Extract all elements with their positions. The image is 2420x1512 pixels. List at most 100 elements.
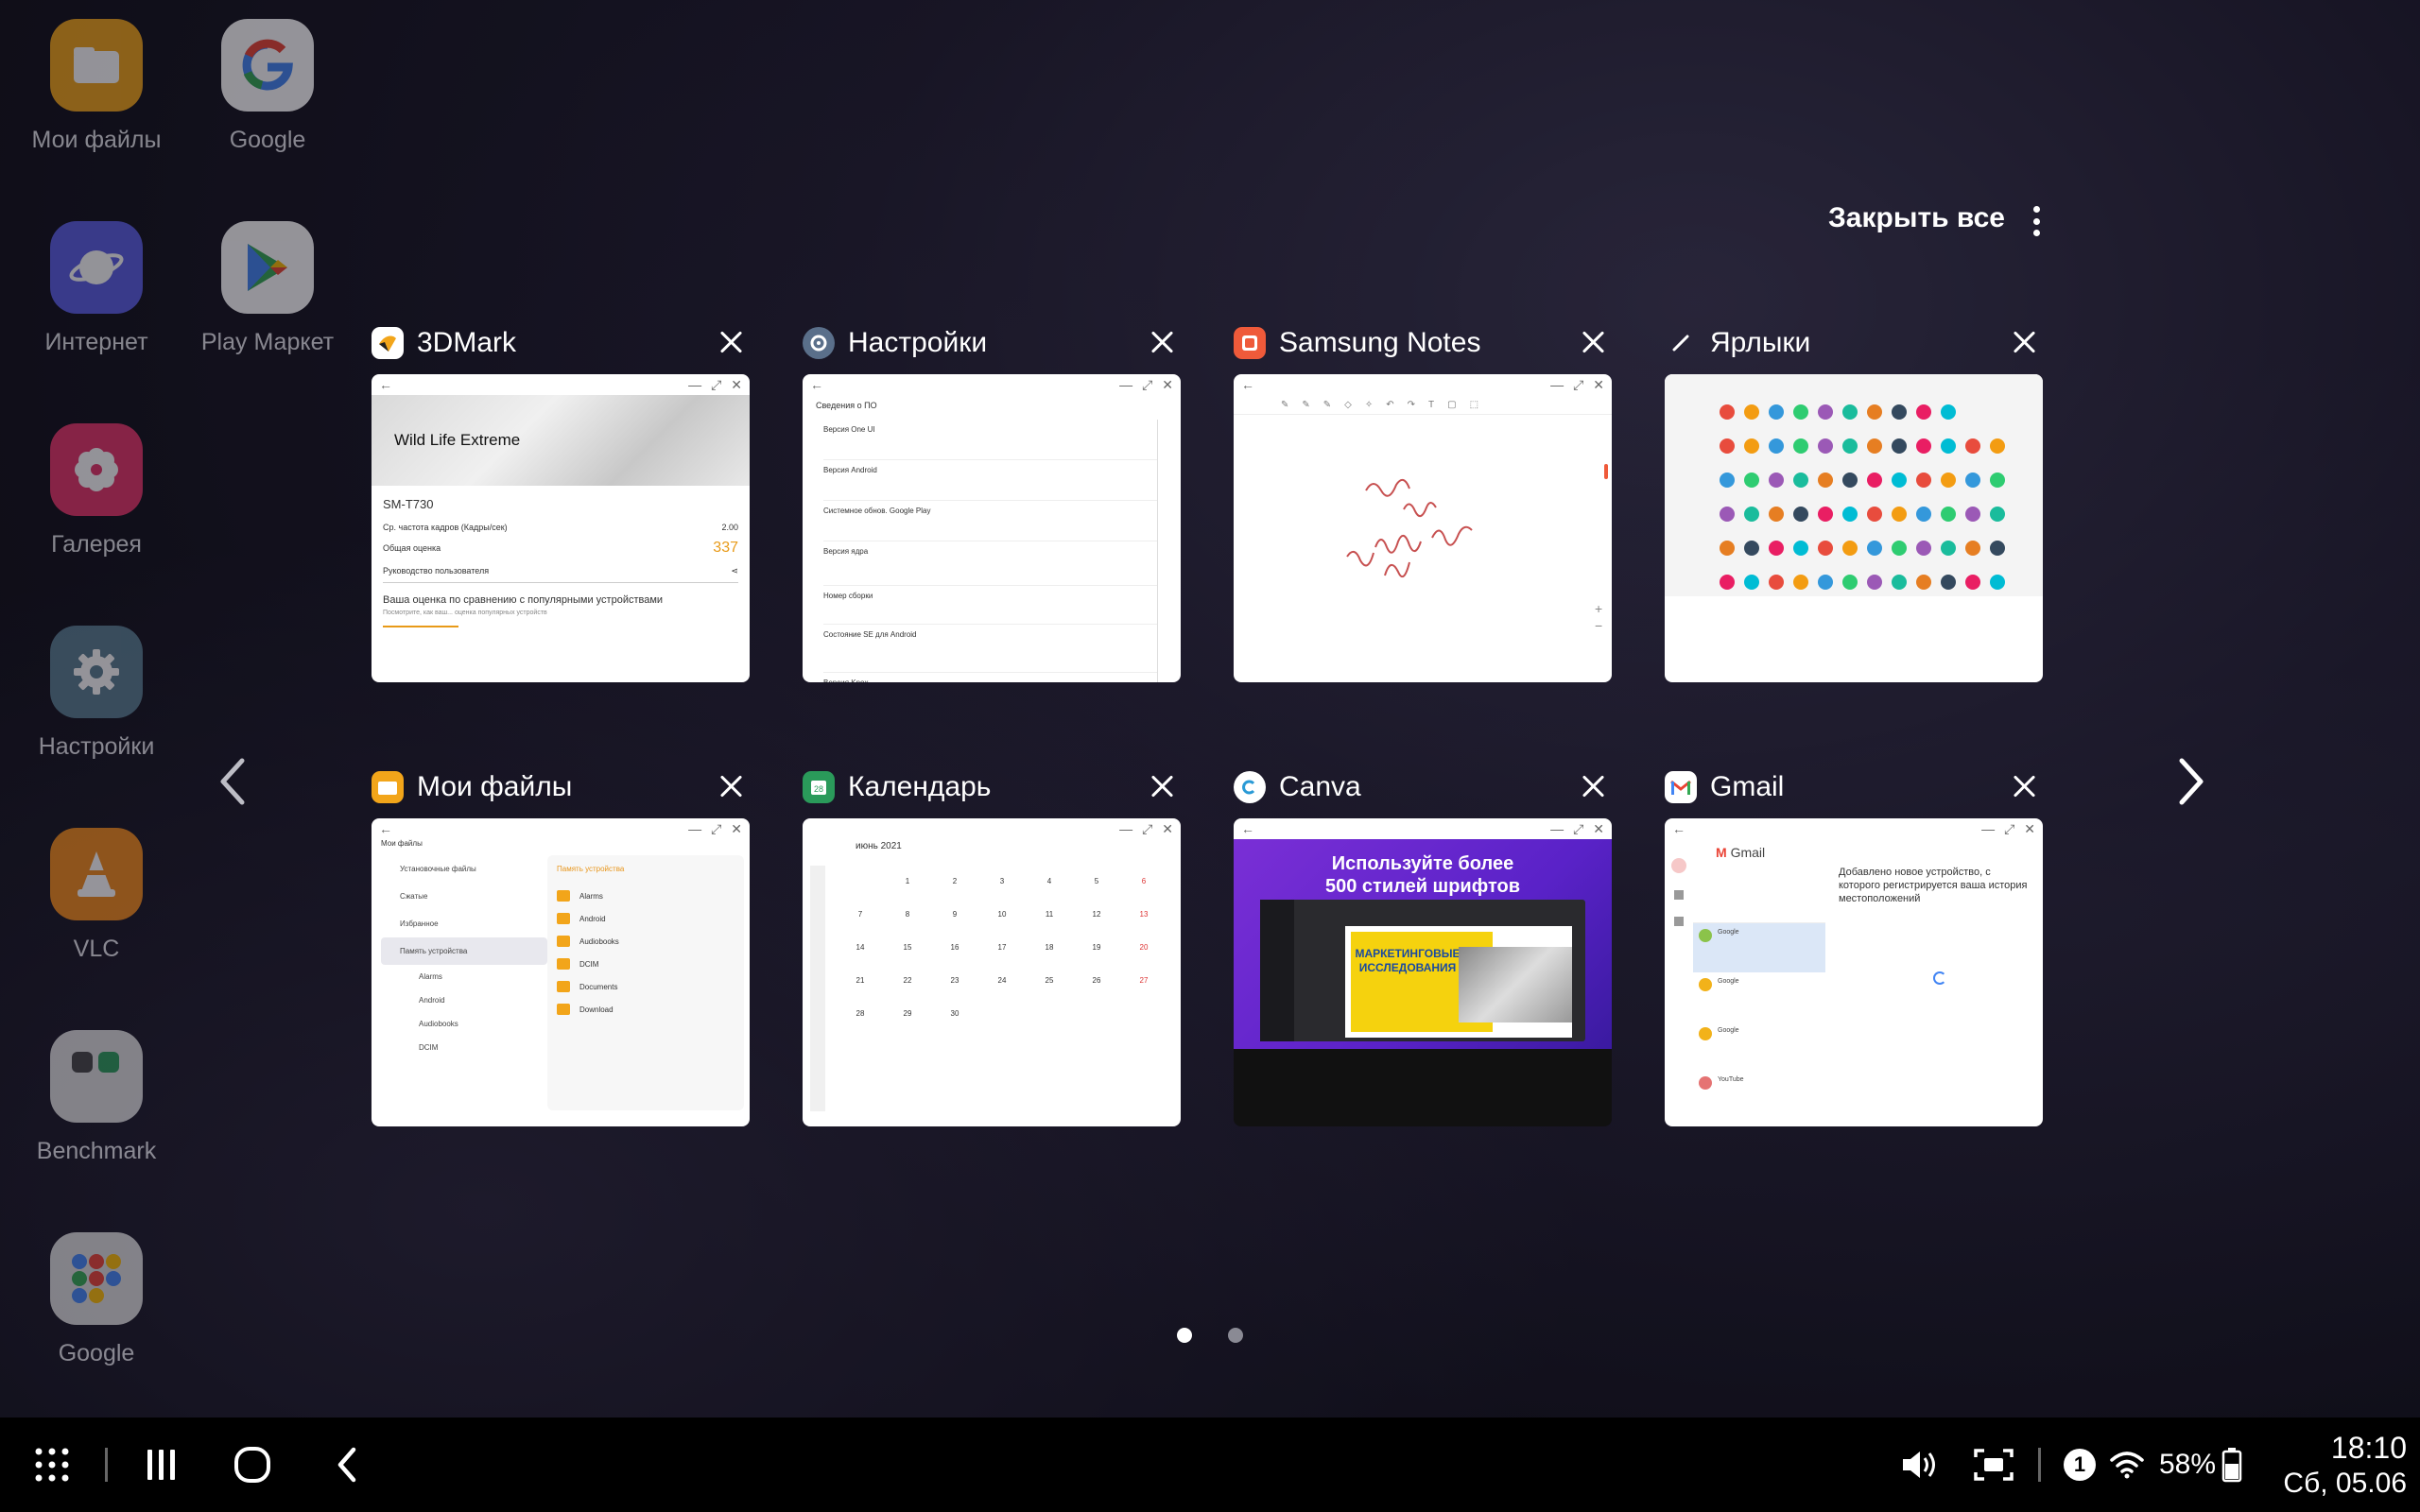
clock[interactable]: 18:10 Сб, 05.06 <box>2265 1418 2407 1512</box>
shortcut-app-icon <box>1965 541 1980 556</box>
calendar-day: 8 <box>905 910 910 919</box>
calendar-day: 14 <box>856 943 865 952</box>
prev-page-arrow-icon[interactable] <box>216 753 253 810</box>
shortcut-app-icon <box>1990 472 2005 488</box>
shortcut-app-icon <box>1867 507 1882 522</box>
shortcut-app-icon <box>1916 404 1931 420</box>
recent-card-settings[interactable]: Настройки ← — ⤢ ✕ Сведения о ПО Версия One … <box>803 321 1181 682</box>
volume-icon[interactable] <box>1895 1418 1943 1512</box>
close-icon[interactable] <box>1578 327 1608 357</box>
recent-card-3dmark[interactable]: 3DMark ← — ⤢ ✕ Wild Life Extreme SM-T730 Ср… <box>372 321 750 682</box>
home-icon-gallery: Галерея <box>11 423 182 558</box>
recent-card-my-files[interactable]: Мои файлы ← — ⤢ ✕ Мои файлы Установочные фа… <box>372 765 750 1126</box>
shortcut-app-icon <box>1818 507 1833 522</box>
page-dot-2[interactable] <box>1228 1328 1243 1343</box>
calendar-day: 15 <box>903 943 912 952</box>
back-nav-icon[interactable] <box>323 1418 371 1512</box>
shortcut-app-icon <box>1793 472 1808 488</box>
folder-group-icon <box>50 1030 143 1123</box>
recent-card-samsung-notes[interactable]: Samsung Notes ← — ⤢ ✕ ✎ ✎ ✎ ◇ ✧ ↶ ↷ T ▢ ⬚ + − <box>1234 321 1612 682</box>
home-icon-benchmark-folder: Benchmark <box>11 1030 182 1165</box>
close-icon[interactable] <box>2009 327 2039 357</box>
app-preview-canva[interactable]: ← — ⤢ ✕ Используйте более 500 стилей шрифто… <box>1234 818 1612 1126</box>
app-preview-samsung-notes[interactable]: ← — ⤢ ✕ ✎ ✎ ✎ ◇ ✧ ↶ ↷ T ▢ ⬚ + − <box>1234 374 1612 682</box>
shortcut-app-icon <box>1818 438 1833 454</box>
shortcut-app-icon <box>1720 541 1735 556</box>
google-folder-icon <box>50 1232 143 1325</box>
shortcut-app-icon <box>1965 472 1980 488</box>
home-nav-icon[interactable] <box>229 1418 276 1512</box>
shortcut-app-icon <box>1867 404 1882 420</box>
calendar-day: 4 <box>1046 877 1052 885</box>
calendar-day: 9 <box>952 910 958 919</box>
notification-count-badge[interactable]: 1 <box>2061 1418 2099 1512</box>
shortcut-app-icon <box>1941 507 1956 522</box>
shortcut-app-icon <box>1769 404 1784 420</box>
app-preview-my-files[interactable]: ← — ⤢ ✕ Мои файлы Установочные файлы Сжатые… <box>372 818 750 1126</box>
recents-nav-icon[interactable] <box>138 1418 185 1512</box>
close-icon[interactable] <box>2009 771 2039 801</box>
shortcut-app-icon <box>1744 507 1759 522</box>
close-icon[interactable] <box>1147 327 1177 357</box>
files-main: Память устройства Alarms Android Audiobo… <box>547 855 744 1110</box>
close-all-button[interactable]: Закрыть все <box>1828 202 2005 234</box>
shortcut-app-icon <box>1842 404 1858 420</box>
card-title: Samsung Notes <box>1279 327 1481 358</box>
battery-percent: 58% <box>2158 1449 2217 1480</box>
close-icon[interactable] <box>1578 771 1608 801</box>
card-title: 3DMark <box>417 327 517 358</box>
shortcut-app-icon <box>1892 438 1907 454</box>
folder-icon <box>372 771 404 803</box>
close-icon[interactable] <box>716 327 746 357</box>
shortcut-app-icon <box>1965 438 1980 454</box>
3dmark-app-icon <box>372 327 404 359</box>
recent-card-gmail[interactable]: Gmail ← — ⤢ ✕ M Gmail Google Google Google … <box>1665 765 2043 1126</box>
pencil-icon <box>1665 327 1697 359</box>
app-preview-shortcuts[interactable] <box>1665 374 2043 682</box>
close-icon[interactable] <box>716 771 746 801</box>
shortcut-app-icon <box>1965 507 1980 522</box>
shortcut-app-icon <box>1916 438 1931 454</box>
canva-app-icon <box>1234 771 1266 803</box>
files-sidebar: Установочные файлы Сжатые Избранное Памя… <box>372 855 547 1110</box>
recent-card-calendar[interactable]: 28 Календарь — ⤢ ✕ июнь 2021 1 2 3 4 5 6 7 8 9 10 11… <box>803 765 1181 1126</box>
shortcut-app-icon <box>1769 575 1784 590</box>
page-dot-1[interactable] <box>1177 1328 1192 1343</box>
recent-card-shortcuts[interactable]: Ярлыки <box>1665 321 2043 682</box>
calendar-day: 5 <box>1094 877 1099 885</box>
calendar-day: 13 <box>1139 910 1149 919</box>
wifi-icon <box>2106 1418 2148 1512</box>
shortcut-app-icon <box>1892 575 1907 590</box>
shortcut-app-icon <box>1892 541 1907 556</box>
app-preview-settings[interactable]: ← — ⤢ ✕ Сведения о ПО Версия One UI Версия … <box>803 374 1181 682</box>
close-icon[interactable] <box>1147 771 1177 801</box>
vlc-cone-icon <box>50 828 143 920</box>
shortcut-app-icon <box>1720 507 1735 522</box>
shortcut-app-icon <box>1990 507 2005 522</box>
battery-icon <box>2220 1418 2244 1512</box>
calendar-day: 22 <box>903 976 912 985</box>
app-preview-3dmark[interactable]: ← — ⤢ ✕ Wild Life Extreme SM-T730 Ср. часто… <box>372 374 750 682</box>
app-drawer-icon[interactable] <box>28 1418 76 1512</box>
shortcut-app-icon <box>1720 472 1735 488</box>
card-title: Canva <box>1279 771 1361 802</box>
gear-icon <box>50 626 143 718</box>
svg-text:28: 28 <box>814 784 823 794</box>
card-title: Ярлыки <box>1710 327 1811 358</box>
shortcut-app-icon <box>1720 438 1735 454</box>
card-title: Календарь <box>848 771 992 802</box>
home-icon-google-folder: Google <box>11 1232 182 1367</box>
settings-gear-app-icon <box>803 327 835 359</box>
next-page-arrow-icon[interactable] <box>2170 753 2208 810</box>
more-options-icon[interactable] <box>2029 202 2044 240</box>
app-preview-calendar[interactable]: — ⤢ ✕ июнь 2021 1 2 3 4 5 6 7 8 9 10 11 12 13 14 15 16 17 1… <box>803 818 1181 1126</box>
app-preview-gmail[interactable]: ← — ⤢ ✕ M Gmail Google Google Google YouTub… <box>1665 818 2043 1126</box>
shortcut-app-icon <box>1941 438 1956 454</box>
calendar-day: 7 <box>857 910 863 919</box>
recent-card-canva[interactable]: Canva ← — ⤢ ✕ Используйте более 500 стилей … <box>1234 765 1612 1126</box>
screenshot-capture-icon[interactable] <box>1970 1418 2017 1512</box>
shortcut-app-icon <box>1916 575 1931 590</box>
play-store-icon <box>221 221 314 314</box>
calendar-day: 20 <box>1139 943 1149 952</box>
calendar-day: 24 <box>997 976 1007 985</box>
